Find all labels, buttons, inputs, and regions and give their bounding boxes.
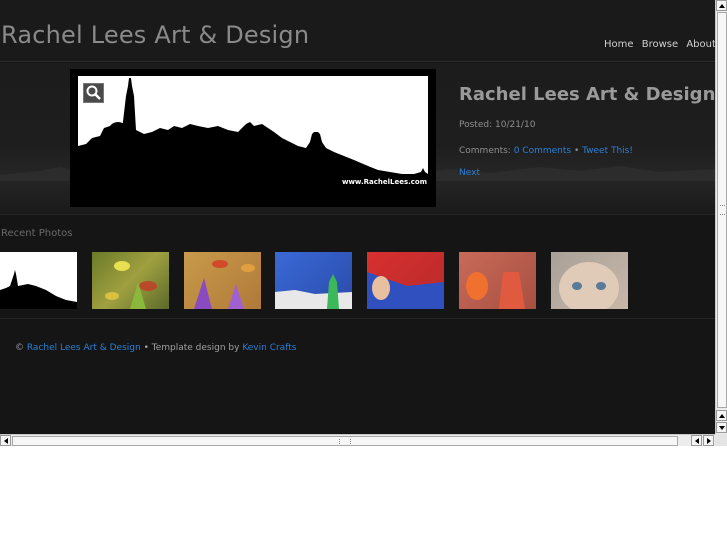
recent-photos-title: Recent Photos [1, 228, 73, 239]
arrow-up-icon [719, 414, 725, 418]
arrow-left-icon [4, 438, 8, 444]
magnifier-icon [86, 85, 101, 100]
tweet-link[interactable]: Tweet This! [582, 146, 633, 156]
copyright-symbol: © [15, 343, 24, 353]
footer-designer-link[interactable]: Kevin Crafts [242, 343, 296, 353]
comments-label: Comments: [459, 146, 511, 156]
scroll-up-button[interactable] [716, 0, 727, 11]
thumb-autumn-art [194, 260, 255, 309]
thumb-monument-art [275, 274, 352, 309]
thumb-leaves-art [105, 261, 157, 309]
footer-credit-text: Template design by [151, 343, 240, 353]
nav-about[interactable]: About [686, 39, 715, 50]
grip-icon [720, 205, 725, 215]
comments-separator: • [573, 146, 580, 156]
comments-line: Comments: 0 Comments • Tweet This! [459, 146, 633, 156]
footer-site-link[interactable]: Rachel Lees Art & Design [27, 343, 141, 353]
thumb-green-leaves[interactable] [92, 252, 169, 309]
nav-browse[interactable]: Browse [642, 39, 678, 50]
photo-watermark: www.RachelLees.com [342, 178, 428, 186]
scroll-down-button[interactable] [716, 422, 727, 433]
featured-photo-image[interactable]: www.RachelLees.com [78, 76, 428, 200]
posted-date: Posted: 10/21/10 [459, 120, 535, 130]
grip-icon [339, 439, 351, 444]
zoom-button[interactable] [83, 83, 104, 103]
next-link[interactable]: Next [459, 168, 480, 178]
thumb-skyline-art [0, 270, 77, 309]
thumb-edinburgh-skyline[interactable] [0, 252, 77, 309]
nav-home[interactable]: Home [604, 39, 634, 50]
arrow-right-icon [707, 438, 711, 444]
site-header: Rachel Lees Art & Design Home Browse Abo… [0, 0, 715, 62]
thumb-blue-monument[interactable] [275, 252, 352, 309]
recent-divider [0, 318, 715, 319]
arrow-left-icon [695, 438, 699, 444]
browser-viewport: Rachel Lees Art & Design Home Browse Abo… [0, 0, 715, 434]
scroll-right-button[interactable] [703, 435, 714, 446]
comments-link[interactable]: 0 Comments [514, 146, 571, 156]
post-title: Rachel Lees Art & Design [459, 84, 715, 105]
feature-band: www.RachelLees.com Rachel Lees Art & Des… [0, 63, 715, 215]
site-title[interactable]: Rachel Lees Art & Design [1, 21, 309, 49]
vertical-scroll-thumb[interactable] [717, 12, 727, 408]
main-nav: Home Browse About R [604, 39, 715, 50]
thumb-red-blue-portrait[interactable] [367, 252, 444, 309]
scroll-left-button[interactable] [0, 435, 11, 446]
horizontal-scrollbar[interactable] [0, 434, 715, 446]
thumb-baby-art [559, 262, 619, 309]
horizontal-scroll-thumb[interactable] [12, 436, 678, 446]
posted-value: 10/21/10 [495, 120, 536, 130]
scroll-left-button-2[interactable] [691, 435, 702, 446]
thumb-autumn-leaves[interactable] [184, 252, 261, 309]
thumb-orange-portrait[interactable] [459, 252, 536, 309]
posted-label: Posted: [459, 120, 493, 130]
featured-photo[interactable]: www.RachelLees.com [70, 69, 436, 207]
arrow-up-icon [719, 4, 725, 8]
thumb-baby-portrait[interactable] [551, 252, 628, 309]
thumb-portrait-art [367, 272, 444, 309]
vertical-scrollbar[interactable] [715, 0, 727, 434]
footer-bullet: • [143, 343, 149, 353]
arrow-down-icon [719, 426, 725, 430]
site-footer: © Rachel Lees Art & Design • Template de… [15, 343, 296, 353]
scrollbar-corner [715, 434, 727, 446]
scroll-up-button-2[interactable] [716, 410, 727, 421]
thumb-orange-art [466, 272, 525, 309]
